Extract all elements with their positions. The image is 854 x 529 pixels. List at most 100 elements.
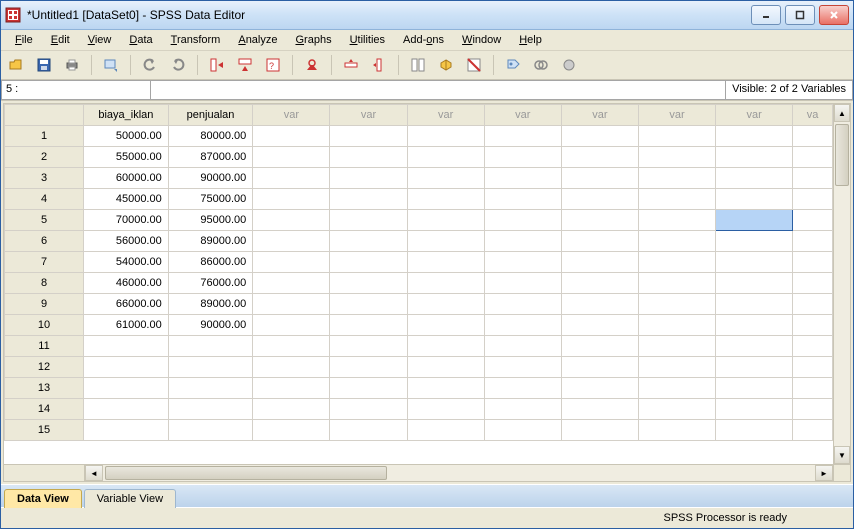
empty-cell[interactable] — [716, 126, 793, 147]
row-header[interactable]: 8 — [5, 273, 84, 294]
scroll-down-arrow-icon[interactable]: ▼ — [834, 446, 850, 464]
empty-cell[interactable] — [484, 189, 561, 210]
empty-cell[interactable] — [638, 315, 715, 336]
empty-cell[interactable] — [330, 231, 407, 252]
horizontal-scrollbar[interactable]: ◄ ► — [4, 464, 850, 481]
row-header[interactable]: 2 — [5, 147, 84, 168]
use-sets-icon[interactable] — [530, 54, 552, 76]
empty-cell[interactable] — [484, 147, 561, 168]
goto-case-icon[interactable] — [206, 54, 228, 76]
empty-cell[interactable] — [793, 168, 833, 189]
split-file-icon[interactable] — [407, 54, 429, 76]
empty-cell[interactable] — [484, 168, 561, 189]
menu-analyze[interactable]: Analyze — [230, 32, 285, 48]
empty-cell[interactable] — [253, 294, 330, 315]
data-cell[interactable]: 54000.00 — [84, 252, 169, 273]
col-header-empty[interactable]: var — [716, 105, 793, 126]
empty-cell[interactable] — [716, 315, 793, 336]
data-cell[interactable]: 61000.00 — [84, 315, 169, 336]
data-cell[interactable]: 95000.00 — [168, 210, 253, 231]
save-icon[interactable] — [33, 54, 55, 76]
redo-icon[interactable] — [167, 54, 189, 76]
empty-cell[interactable] — [253, 168, 330, 189]
minimize-button[interactable] — [751, 5, 781, 25]
empty-cell[interactable] — [407, 210, 484, 231]
empty-cell[interactable] — [793, 336, 833, 357]
row-header[interactable]: 14 — [5, 399, 84, 420]
data-cell[interactable] — [168, 378, 253, 399]
empty-cell[interactable] — [253, 273, 330, 294]
empty-cell[interactable] — [330, 126, 407, 147]
empty-cell[interactable] — [407, 378, 484, 399]
empty-cell[interactable] — [561, 189, 638, 210]
data-cell[interactable]: 66000.00 — [84, 294, 169, 315]
empty-cell[interactable] — [407, 126, 484, 147]
data-cell[interactable]: 60000.00 — [84, 168, 169, 189]
data-cell[interactable]: 80000.00 — [168, 126, 253, 147]
empty-cell[interactable] — [793, 231, 833, 252]
empty-cell[interactable] — [330, 210, 407, 231]
empty-cell[interactable] — [484, 357, 561, 378]
empty-cell[interactable] — [561, 336, 638, 357]
scroll-track[interactable] — [834, 122, 850, 446]
row-header[interactable]: 3 — [5, 168, 84, 189]
data-cell[interactable] — [168, 420, 253, 441]
close-button[interactable] — [819, 5, 849, 25]
data-cell[interactable] — [84, 378, 169, 399]
empty-cell[interactable] — [561, 147, 638, 168]
data-cell[interactable] — [168, 336, 253, 357]
data-cell[interactable] — [84, 399, 169, 420]
row-header[interactable]: 13 — [5, 378, 84, 399]
empty-cell[interactable] — [330, 420, 407, 441]
empty-cell[interactable] — [330, 252, 407, 273]
row-header[interactable]: 11 — [5, 336, 84, 357]
empty-cell[interactable] — [253, 336, 330, 357]
empty-cell[interactable] — [407, 168, 484, 189]
empty-cell[interactable] — [561, 294, 638, 315]
menu-file[interactable]: File — [7, 32, 41, 48]
data-cell[interactable]: 70000.00 — [84, 210, 169, 231]
empty-cell[interactable] — [484, 210, 561, 231]
cell-edit-box[interactable] — [151, 80, 726, 100]
scroll-thumb[interactable] — [835, 124, 849, 186]
scroll-right-arrow-icon[interactable]: ► — [815, 465, 833, 481]
row-header[interactable]: 9 — [5, 294, 84, 315]
empty-cell[interactable] — [793, 210, 833, 231]
data-cell[interactable]: 89000.00 — [168, 231, 253, 252]
empty-cell[interactable] — [561, 420, 638, 441]
empty-cell[interactable] — [253, 189, 330, 210]
empty-cell[interactable] — [716, 273, 793, 294]
menu-window[interactable]: Window — [454, 32, 509, 48]
empty-cell[interactable] — [793, 315, 833, 336]
data-cell[interactable]: 89000.00 — [168, 294, 253, 315]
empty-cell[interactable] — [561, 252, 638, 273]
dialog-recall-icon[interactable] — [100, 54, 122, 76]
empty-cell[interactable] — [716, 399, 793, 420]
col-header-empty[interactable]: var — [561, 105, 638, 126]
cell-reference-box[interactable]: 5 : — [1, 80, 151, 100]
empty-cell[interactable] — [330, 168, 407, 189]
row-header[interactable]: 12 — [5, 357, 84, 378]
empty-cell[interactable] — [638, 231, 715, 252]
empty-cell[interactable] — [638, 273, 715, 294]
insert-case-icon[interactable] — [340, 54, 362, 76]
variables-icon[interactable]: ? — [262, 54, 284, 76]
empty-cell[interactable] — [330, 357, 407, 378]
empty-cell[interactable] — [407, 315, 484, 336]
scroll-left-arrow-icon[interactable]: ◄ — [85, 465, 103, 481]
empty-cell[interactable] — [561, 231, 638, 252]
empty-cell[interactable] — [484, 399, 561, 420]
data-cell[interactable]: 90000.00 — [168, 168, 253, 189]
maximize-button[interactable] — [785, 5, 815, 25]
empty-cell[interactable] — [407, 273, 484, 294]
data-cell[interactable]: 45000.00 — [84, 189, 169, 210]
empty-cell[interactable] — [716, 294, 793, 315]
col-header-empty[interactable]: var — [253, 105, 330, 126]
insert-variable-icon[interactable] — [368, 54, 390, 76]
data-cell[interactable] — [168, 357, 253, 378]
empty-cell[interactable] — [407, 231, 484, 252]
empty-cell[interactable] — [793, 126, 833, 147]
empty-cell[interactable] — [638, 168, 715, 189]
empty-cell[interactable] — [484, 315, 561, 336]
weight-cases-icon[interactable] — [435, 54, 457, 76]
